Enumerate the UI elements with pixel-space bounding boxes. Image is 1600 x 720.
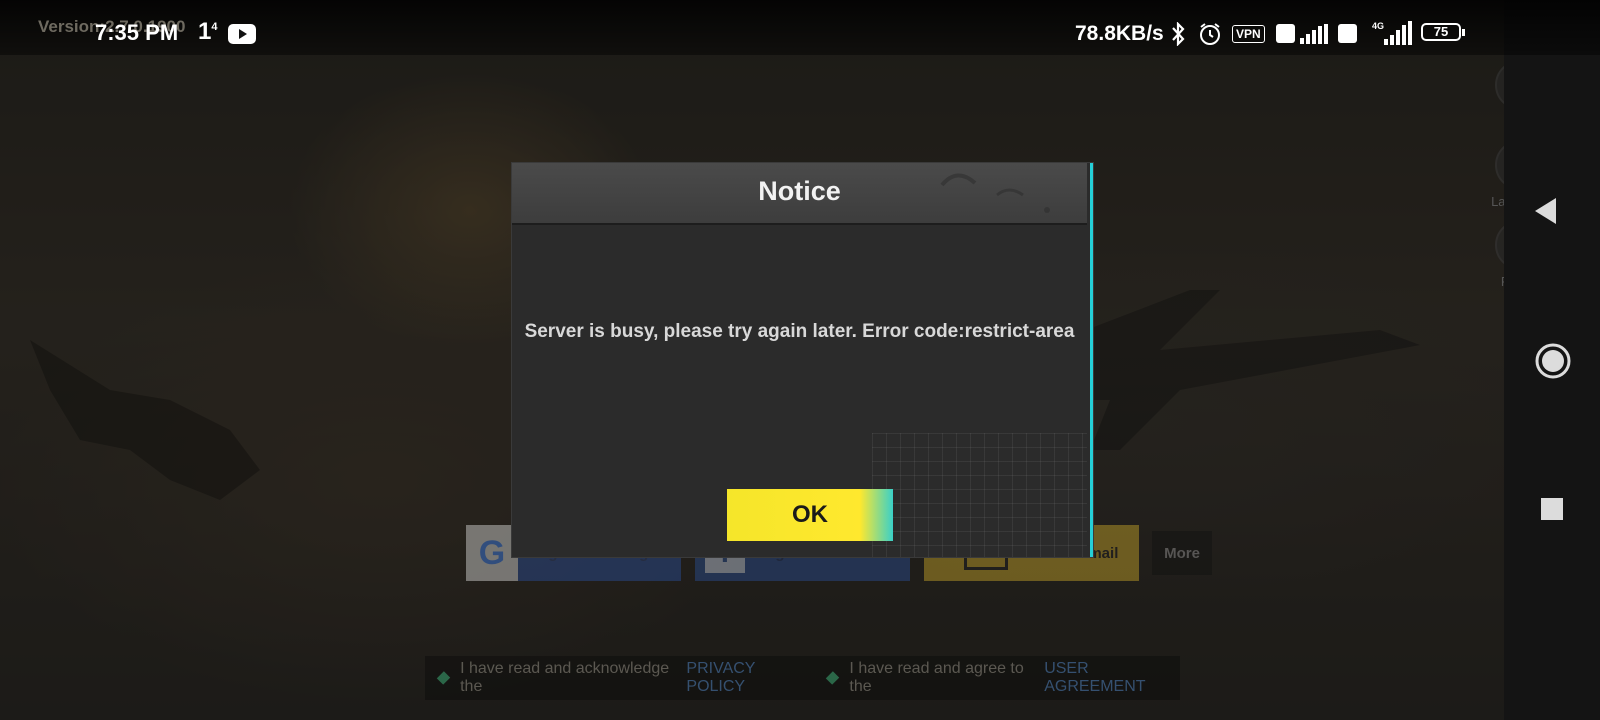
battery-icon: 75 bbox=[1421, 23, 1461, 41]
more-label: More bbox=[1164, 544, 1200, 562]
recents-icon[interactable] bbox=[1540, 497, 1564, 521]
status-bar: Version:2.7.0.1900 7:35 PM 14 78.8KB/s V… bbox=[0, 0, 1600, 55]
bluetooth-icon bbox=[1172, 22, 1185, 46]
dialog-header: Notice bbox=[512, 163, 1087, 225]
volte-icon bbox=[1338, 24, 1357, 43]
svg-text:4G: 4G bbox=[1372, 21, 1384, 31]
dialog-message: Server is busy, please try again later. … bbox=[524, 321, 1075, 342]
vpn-icon: VPN bbox=[1232, 25, 1265, 43]
net-speed: 78.8KB/s bbox=[1075, 22, 1164, 45]
alarm-icon bbox=[1200, 23, 1220, 45]
grid-decoration bbox=[872, 433, 1087, 557]
volte-icon bbox=[1276, 24, 1295, 43]
ok-button[interactable]: OK bbox=[727, 489, 893, 541]
battery-tip bbox=[1462, 29, 1465, 36]
clock: 7:35 PM bbox=[95, 20, 179, 45]
more-login-button[interactable]: More bbox=[1152, 531, 1212, 575]
privacy-policy-link[interactable]: PRIVACY POLICY bbox=[686, 660, 806, 696]
home-icon[interactable] bbox=[1534, 342, 1572, 380]
user-agreement-text: I have read and agree to the bbox=[849, 660, 1024, 695]
notice-dialog: Notice Server is busy, please try again … bbox=[512, 163, 1093, 557]
user-agreement-link[interactable]: USER AGREEMENT bbox=[1044, 660, 1180, 696]
privacy-check-icon[interactable] bbox=[436, 671, 451, 685]
google-icon: G bbox=[466, 525, 518, 581]
user-agreement-check-icon[interactable] bbox=[826, 671, 840, 685]
privacy-text: I have read and acknowledge the bbox=[460, 660, 670, 695]
signal-icon bbox=[1300, 24, 1328, 44]
4g-signal-icon: 4G bbox=[1372, 21, 1412, 45]
dialog-title: Notice bbox=[758, 176, 841, 206]
youtube-icon bbox=[228, 24, 256, 44]
back-icon[interactable] bbox=[1532, 196, 1558, 226]
one-notification-icon: 14 bbox=[198, 18, 218, 45]
agreement-bar: I have read and acknowledge the PRIVACY … bbox=[425, 656, 1180, 700]
battery-level: 75 bbox=[1433, 24, 1449, 39]
